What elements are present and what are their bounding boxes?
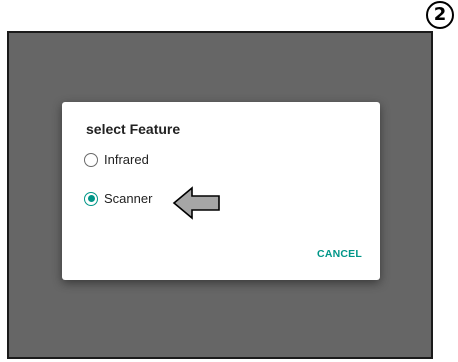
- option-label-infrared: Infrared: [104, 152, 149, 167]
- step-number: 2: [433, 4, 447, 25]
- radio-unchecked-icon[interactable]: [84, 152, 98, 167]
- option-label-scanner: Scanner: [104, 191, 153, 206]
- option-scanner[interactable]: Scanner: [84, 191, 152, 206]
- dialog-title: select Feature: [86, 121, 181, 137]
- radio-checked-icon[interactable]: [84, 191, 98, 206]
- option-infrared[interactable]: Infrared: [84, 152, 149, 167]
- cancel-button[interactable]: CANCEL: [317, 248, 362, 260]
- step-number-icon: 2: [426, 1, 454, 29]
- left-arrow-icon: [172, 186, 220, 220]
